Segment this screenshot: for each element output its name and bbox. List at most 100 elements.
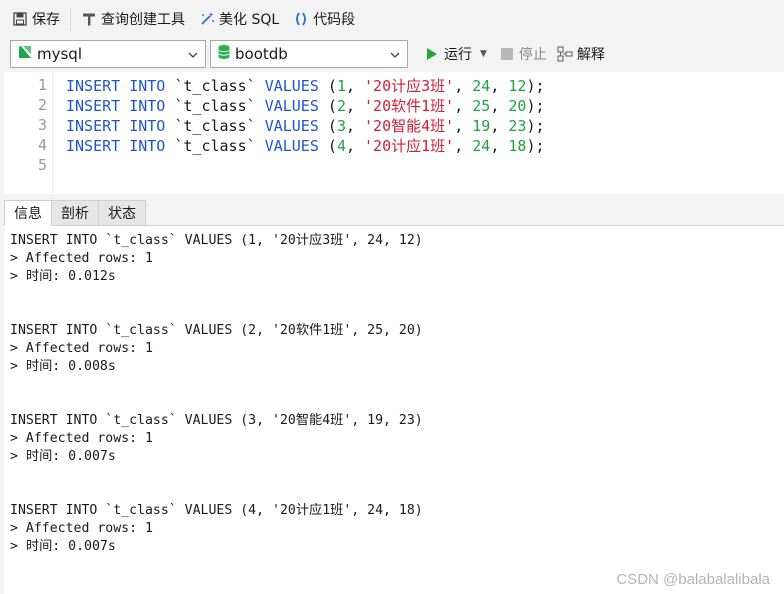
editor-line[interactable]: 2 INSERT INTO `t_class` VALUES (2, '20软件1…: [4, 95, 784, 115]
chevron-down-icon: [187, 49, 199, 61]
result-rows-line: > Affected rows: 1: [10, 341, 153, 356]
stop-icon: [499, 46, 515, 62]
stop-button[interactable]: 停止: [495, 42, 551, 66]
run-controls: 运行 ▼ 停止 解释: [420, 42, 611, 66]
editor-line[interactable]: 1 INSERT INTO `t_class` VALUES (1, '20计应3…: [4, 75, 784, 95]
code-token: VALUES: [264, 116, 319, 135]
code-token: 4: [336, 136, 346, 155]
hammer-icon: [81, 11, 97, 27]
explain-label: 解释: [576, 47, 605, 63]
code-text: INSERT INTO `t_class` VALUES (4, '20计应1班…: [66, 135, 545, 156]
code-token: INTO: [129, 76, 166, 95]
query-controls-row: mysql bootdb 运行 ▼ 停止 解释: [0, 38, 784, 70]
code-token: (: [318, 136, 337, 155]
code-token: 19: [472, 116, 491, 135]
tab-profile[interactable]: 剖析: [51, 200, 99, 225]
code-token: ,: [490, 116, 509, 135]
code-token: );: [526, 96, 545, 115]
beautify-sql-label: 美化 SQL: [219, 12, 280, 28]
code-token: INSERT: [66, 136, 121, 155]
tab-status[interactable]: 状态: [98, 200, 146, 225]
result-time-line: > 时间: 0.008s: [10, 359, 116, 374]
result-time-line: > 时间: 0.012s: [10, 269, 116, 284]
save-label: 保存: [32, 12, 60, 28]
result-rows-line: > Affected rows: 1: [10, 251, 153, 266]
code-token: ,: [345, 116, 365, 135]
toolbar-divider: [70, 7, 71, 31]
line-number: 1: [37, 76, 47, 94]
code-token: INTO: [129, 116, 166, 135]
code-token: `t_class`: [165, 76, 265, 95]
editor-line[interactable]: 3 INSERT INTO `t_class` VALUES (3, '20智能4…: [4, 115, 784, 135]
code-text: INSERT INTO `t_class` VALUES (1, '20计应3班…: [66, 75, 545, 96]
code-token: '20智能4班': [364, 116, 455, 135]
code-snippet-label: 代码段: [313, 12, 356, 28]
code-token: ,: [454, 116, 473, 135]
code-token: `t_class`: [165, 136, 265, 155]
main-toolbar: 保存 查询创建工具 美化 SQL 代码段: [0, 0, 784, 38]
result-sql-line: INSERT INTO `t_class` VALUES (1, '20计应3班…: [10, 233, 423, 248]
query-builder-label: 查询创建工具: [101, 12, 185, 28]
code-token: 24: [472, 136, 491, 155]
query-builder-button[interactable]: 查询创建工具: [77, 7, 189, 31]
tab-message[interactable]: 信息: [4, 200, 52, 226]
chevron-down-icon: [389, 49, 401, 61]
database-select[interactable]: bootdb: [210, 40, 408, 68]
explain-tree-icon: [557, 46, 573, 62]
code-token: '20计应1班': [364, 136, 455, 155]
code-token: `t_class`: [165, 96, 265, 115]
code-token: 2: [336, 96, 346, 115]
line-number: 2: [37, 96, 47, 114]
editor-line[interactable]: 5: [4, 155, 784, 175]
line-number: 3: [37, 116, 47, 134]
code-token: `t_class`: [165, 116, 265, 135]
run-button[interactable]: 运行: [420, 42, 476, 66]
code-text: INSERT INTO `t_class` VALUES (3, '20智能4班…: [66, 115, 545, 136]
result-rows-line: > Affected rows: 1: [10, 431, 153, 446]
stop-label: 停止: [518, 47, 547, 63]
code-token: );: [526, 116, 545, 135]
result-rows-line: > Affected rows: 1: [10, 521, 153, 536]
parentheses-icon: [293, 11, 309, 27]
sql-editor[interactable]: 1 INSERT INTO `t_class` VALUES (1, '20计应3…: [4, 72, 784, 194]
magic-wand-icon: [199, 11, 215, 27]
result-sql-line: INSERT INTO `t_class` VALUES (2, '20软件1班…: [10, 323, 423, 338]
code-token: '20计应3班': [364, 76, 455, 95]
connection-select[interactable]: mysql: [10, 40, 206, 68]
play-icon: [424, 46, 440, 62]
code-snippet-button[interactable]: 代码段: [289, 7, 359, 31]
mysql-connection-icon: [17, 44, 33, 64]
code-token: INSERT: [66, 116, 121, 135]
code-token: 24: [472, 76, 491, 95]
result-time-line: > 时间: 0.007s: [10, 449, 116, 464]
code-token: (: [318, 76, 337, 95]
database-icon: [217, 44, 231, 64]
code-token: '20软件1班': [364, 96, 455, 115]
save-button[interactable]: 保存: [8, 7, 64, 31]
code-token: ,: [454, 96, 473, 115]
code-token: (: [318, 96, 337, 115]
code-token: ,: [345, 96, 365, 115]
result-sql-line: INSERT INTO `t_class` VALUES (3, '20智能4班…: [10, 413, 423, 428]
code-token: ,: [454, 76, 473, 95]
code-token: INSERT: [66, 96, 121, 115]
code-token: 1: [336, 76, 346, 95]
code-token: (: [318, 116, 337, 135]
code-token: 3: [336, 116, 346, 135]
beautify-sql-button[interactable]: 美化 SQL: [195, 7, 283, 31]
run-dropdown-caret-icon[interactable]: ▼: [480, 49, 487, 59]
code-token: ,: [345, 76, 365, 95]
code-token: );: [526, 76, 545, 95]
line-number: 5: [37, 156, 47, 174]
code-token: ,: [345, 136, 365, 155]
code-token: 20: [508, 96, 527, 115]
explain-button[interactable]: 解释: [553, 42, 609, 66]
code-token: VALUES: [264, 136, 319, 155]
database-value: bootdb: [235, 45, 288, 63]
code-token: VALUES: [264, 96, 319, 115]
editor-line[interactable]: 4 INSERT INTO `t_class` VALUES (4, '20计应1…: [4, 135, 784, 155]
